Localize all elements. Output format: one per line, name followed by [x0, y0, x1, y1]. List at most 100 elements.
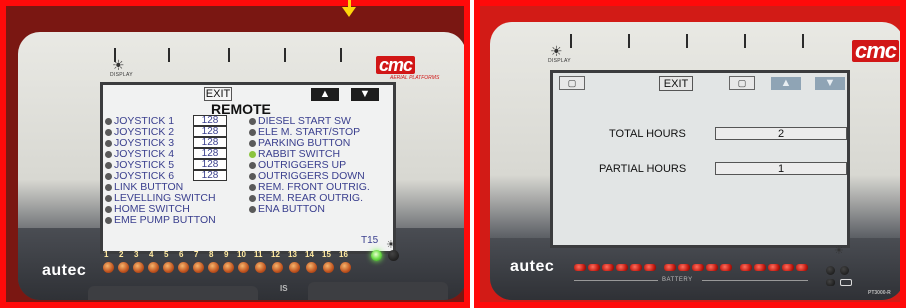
- status-dot: [249, 195, 256, 202]
- status-dot: [105, 173, 112, 180]
- status-dot: [249, 129, 256, 136]
- battery-scale-line: [702, 280, 808, 281]
- battery-led: [740, 264, 752, 271]
- battery-status-icon: [840, 279, 852, 286]
- right-control-unit: ☀ DISPLAY cmc ▢ EXIT ▢ ▲ ▼ TOTAL HOURS 2…: [490, 22, 900, 300]
- status-dot: [249, 162, 256, 169]
- battery-led: [588, 264, 600, 271]
- channel-led: [148, 262, 159, 273]
- channel-number: 15: [322, 250, 331, 259]
- status-dot: [105, 162, 112, 169]
- status-dot: [105, 140, 112, 147]
- scroll-up-button[interactable]: ▲: [771, 77, 801, 90]
- channel-led: [118, 262, 129, 273]
- battery-label: BATTERY: [662, 277, 693, 283]
- channel-number: 4: [149, 250, 154, 259]
- joystick-value: 128: [193, 126, 227, 137]
- page-button-left[interactable]: ▢: [559, 76, 585, 90]
- left-photo-panel: ☀ DISPLAY cmc AERIAL PLATFORMS EXIT ▲ ▼ …: [0, 0, 470, 308]
- scale-tick: [340, 48, 342, 62]
- partial-hours-value: 1: [715, 162, 847, 175]
- battery-led: [678, 264, 690, 271]
- input-label: ENA BUTTON: [258, 203, 325, 215]
- battery-led: [706, 264, 718, 271]
- channel-number: 3: [134, 250, 139, 259]
- status-dot: [249, 206, 256, 213]
- exit-button[interactable]: EXIT: [659, 76, 693, 91]
- joystick-housing-left: [88, 286, 258, 300]
- battery-led: [692, 264, 704, 271]
- battery-led: [644, 264, 656, 271]
- channel-led: [163, 262, 174, 273]
- channel-led: [193, 262, 204, 273]
- channel-led: [133, 262, 144, 273]
- status-dot: [249, 118, 256, 125]
- battery-led: [782, 264, 794, 271]
- scroll-down-button[interactable]: ▼: [815, 77, 845, 90]
- scale-tick: [802, 34, 804, 48]
- right-photo-panel: ☀ DISPLAY cmc ▢ EXIT ▢ ▲ ▼ TOTAL HOURS 2…: [474, 0, 906, 308]
- joystick-value: 128: [193, 148, 227, 159]
- autec-brand: autec: [42, 262, 87, 279]
- sun-status-icon: ☀: [386, 239, 396, 251]
- channel-led: [340, 262, 351, 273]
- status-led: [840, 266, 849, 275]
- scale-tick: [168, 48, 170, 62]
- channel-number: 11: [254, 250, 263, 259]
- display-brightness-icon[interactable]: ☀: [550, 44, 563, 58]
- channel-led: [238, 262, 249, 273]
- joystick-value: 128: [193, 159, 227, 170]
- power-led: [371, 250, 382, 261]
- battery-led: [796, 264, 808, 271]
- scroll-down-button[interactable]: ▼: [351, 88, 379, 101]
- status-dot: [105, 184, 112, 191]
- battery-led: [630, 264, 642, 271]
- display-brightness-icon[interactable]: ☀: [112, 58, 125, 72]
- status-dot: [249, 173, 256, 180]
- lcd-screen-remote: EXIT ▲ ▼ REMOTE JOYSTICK 1 128 JOYSTICK …: [100, 82, 396, 254]
- battery-led: [602, 264, 614, 271]
- status-dot: [105, 195, 112, 202]
- status-dot: [105, 206, 112, 213]
- channel-led: [103, 262, 114, 273]
- scale-tick: [628, 34, 630, 48]
- partial-hours-label: PARTIAL HOURS: [599, 163, 687, 175]
- autec-brand: autec: [510, 258, 555, 275]
- exit-button[interactable]: EXIT: [204, 87, 232, 101]
- channel-number: 2: [119, 250, 124, 259]
- total-hours-value: 2: [715, 127, 847, 140]
- battery-led: [720, 264, 732, 271]
- status-dot: [105, 151, 112, 158]
- status-dot: [249, 140, 256, 147]
- scroll-up-button[interactable]: ▲: [311, 88, 339, 101]
- channel-led: [223, 262, 234, 273]
- channel-number: 8: [209, 250, 214, 259]
- channel-number: 5: [164, 250, 169, 259]
- lcd-screen-hours: ▢ EXIT ▢ ▲ ▼ TOTAL HOURS 2 PARTIAL HOURS…: [550, 70, 850, 248]
- status-dot-active: [249, 151, 256, 158]
- scale-tick: [228, 48, 230, 62]
- status-led: [826, 279, 835, 286]
- channel-led: [255, 262, 266, 273]
- battery-led: [768, 264, 780, 271]
- channel-number: 6: [179, 250, 184, 259]
- status-dot: [249, 184, 256, 191]
- input-row: EME PUMP BUTTON: [105, 215, 216, 226]
- battery-led: [574, 264, 586, 271]
- input-row: ENA BUTTON: [249, 204, 325, 215]
- channel-led: [272, 262, 283, 273]
- channel-led: [306, 262, 317, 273]
- channel-number: 7: [194, 250, 199, 259]
- total-hours-label: TOTAL HOURS: [609, 128, 686, 140]
- channel-led: [208, 262, 219, 273]
- status-led: [826, 266, 835, 275]
- joystick-value: 128: [193, 115, 227, 126]
- channel-number: 13: [288, 250, 297, 259]
- channel-number: 14: [305, 250, 314, 259]
- page-button-right[interactable]: ▢: [729, 76, 755, 90]
- scale-tick: [570, 34, 572, 48]
- model-code: PT3000-R: [868, 290, 891, 296]
- channel-number: 10: [237, 250, 246, 259]
- scale-tick: [284, 48, 286, 62]
- status-led: [388, 250, 399, 261]
